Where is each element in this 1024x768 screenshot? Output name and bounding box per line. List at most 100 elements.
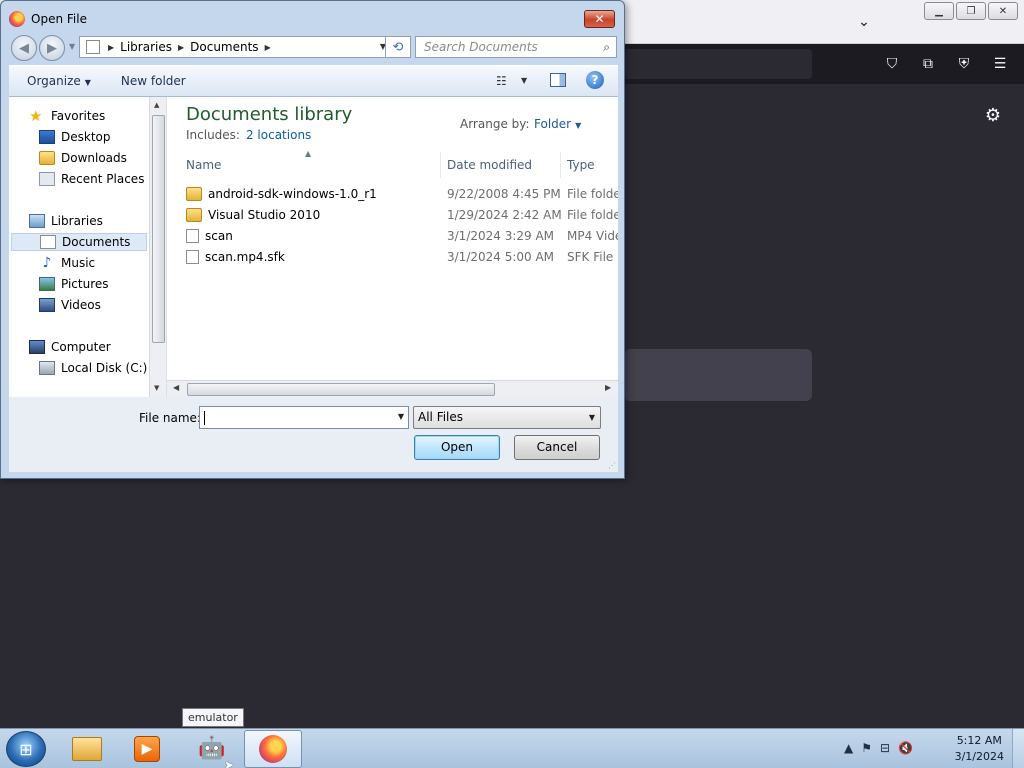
show-desktop-button[interactable] — [1012, 729, 1024, 768]
back-arrow-icon[interactable]: ◀ — [11, 35, 37, 61]
breadcrumb-chevron-icon[interactable]: ▶ — [178, 43, 184, 52]
file-row[interactable]: scan 3/1/2024 3:29 AM MP4 Video — [167, 225, 618, 246]
open-file-dialog: Open File ✕ ◀ ▶ ▼ ▶ Libraries ▶ Document… — [0, 0, 625, 479]
organize-label: Organize — [27, 74, 81, 88]
open-button[interactable]: Open — [414, 435, 500, 460]
folder-icon — [186, 186, 202, 201]
nav-item-videos[interactable]: Videos — [39, 296, 101, 314]
nav-item-libraries[interactable]: Libraries — [29, 212, 103, 230]
text-caret — [204, 411, 205, 425]
breadcrumb-chevron-icon[interactable]: ▶ — [265, 43, 271, 52]
library-includes: Includes: 2 locations — [186, 128, 311, 142]
url-bar[interactable] — [624, 49, 812, 79]
help-icon[interactable]: ? — [586, 71, 604, 89]
close-window-button[interactable]: ✕ — [988, 2, 1018, 20]
refresh-icon[interactable]: ⟲ — [385, 36, 411, 58]
search-input[interactable]: Search Documents — [424, 40, 538, 54]
organize-button[interactable]: Organize ▼ — [27, 74, 91, 88]
search-icon[interactable]: ⌕ — [603, 40, 610, 55]
scroll-right-arrow-icon[interactable]: ▶ — [605, 383, 611, 392]
show-hidden-icons-icon[interactable]: ▲ — [844, 741, 853, 755]
firefox-icon — [9, 11, 25, 27]
recent-places-icon — [39, 172, 55, 186]
file-type-filter-select[interactable]: All Files ▼ — [413, 406, 601, 429]
nav-pane-scroll-thumb[interactable] — [152, 115, 165, 343]
breadcrumb-libraries[interactable]: Libraries — [120, 40, 172, 54]
navigation-pane: ★ Favorites Desktop Downloads Recent Plac… — [9, 97, 167, 397]
view-options-dropdown-icon[interactable]: ▼ — [521, 76, 527, 85]
breadcrumb-chevron-icon[interactable]: ▶ — [108, 43, 114, 52]
cancel-button[interactable]: Cancel — [514, 435, 600, 460]
arrange-by-label: Arrange by: — [460, 117, 530, 131]
breadcrumb-documents[interactable]: Documents — [190, 40, 258, 54]
nav-label: Videos — [61, 298, 101, 312]
nav-label: Favorites — [51, 109, 106, 123]
nav-item-desktop[interactable]: Desktop — [39, 128, 111, 146]
taskbar-media-player[interactable]: ▶ — [118, 730, 176, 768]
star-icon: ★ — [29, 107, 43, 125]
restore-button[interactable]: ❐ — [956, 2, 986, 20]
network-icon[interactable]: ⊟ — [880, 741, 890, 755]
file-type: SFK File — [567, 249, 614, 264]
nav-item-pictures[interactable]: Pictures — [39, 275, 109, 293]
new-folder-button[interactable]: New folder — [121, 74, 186, 88]
file-name-dropdown-icon[interactable]: ▼ — [398, 412, 404, 421]
file-date: 1/29/2024 2:42 AM — [447, 207, 562, 222]
taskbar-firefox[interactable] — [244, 730, 302, 768]
file-name: scan.mp4.sfk — [205, 249, 285, 264]
column-header-date[interactable]: Date modified — [441, 152, 561, 178]
scroll-down-arrow-icon[interactable]: ▼ — [154, 384, 159, 392]
pocket-icon[interactable]: ⛉ — [882, 54, 902, 74]
nav-item-documents[interactable]: Documents — [11, 233, 147, 251]
nav-item-computer[interactable]: Computer — [29, 338, 111, 356]
nav-pane-scrollbar[interactable]: ▲ ▼ — [149, 97, 166, 397]
nav-item-recent-places[interactable]: Recent Places — [39, 170, 144, 188]
file-list-scroll-thumb[interactable] — [187, 383, 495, 396]
windows-explorer-icon — [72, 737, 102, 761]
arrange-by-dropdown[interactable]: Folder ▼ — [534, 117, 581, 131]
resize-grip-icon[interactable]: ⋰ — [608, 461, 616, 470]
file-list-scrollbar[interactable]: ◀ ▶ — [167, 380, 618, 397]
start-button[interactable]: ⊞ — [6, 731, 46, 767]
dialog-footer: File name: ▼ All Files ▼ Open Cancel ⋰ — [9, 397, 618, 472]
file-row[interactable]: scan.mp4.sfk 3/1/2024 5:00 AM SFK File — [167, 246, 618, 267]
preview-pane-icon[interactable] — [550, 73, 566, 87]
downloads-folder-icon — [39, 151, 55, 165]
recent-locations-dropdown-icon[interactable]: ▼ — [69, 42, 75, 51]
list-all-tabs-chevron-icon[interactable]: ⌄ — [852, 10, 876, 34]
nav-item-favorites[interactable]: ★ Favorites — [29, 107, 105, 125]
system-clock[interactable]: 5:12 AM 3/1/2024 — [955, 733, 1004, 765]
includes-label: Includes: — [186, 128, 240, 142]
volume-muted-icon[interactable]: 🔇 — [898, 741, 913, 755]
file-type: File folder — [567, 186, 618, 201]
ublock-shield-icon[interactable]: ⛨ — [954, 54, 974, 74]
file-name: scan — [205, 228, 233, 243]
column-header-name[interactable]: Name — [180, 152, 441, 178]
scroll-left-arrow-icon[interactable]: ◀ — [173, 383, 179, 392]
library-locations-link[interactable]: 2 locations — [246, 128, 311, 142]
nav-item-music[interactable]: ♪ Music — [39, 254, 96, 272]
file-row[interactable]: Visual Studio 2010 1/29/2024 2:42 AM Fil… — [167, 204, 618, 225]
settings-gear-icon[interactable]: ⚙ — [982, 105, 1004, 127]
pictures-icon — [39, 277, 55, 291]
taskbar-explorer[interactable] — [58, 730, 116, 768]
scroll-up-arrow-icon[interactable]: ▲ — [154, 101, 159, 109]
dialog-titlebar: Open File — [9, 9, 87, 29]
blank-file-icon — [186, 249, 199, 264]
nav-item-downloads[interactable]: Downloads — [39, 149, 127, 167]
extensions-icon[interactable]: ⧉ — [918, 54, 938, 74]
minimize-button[interactable]: ▁ — [924, 2, 954, 20]
forward-arrow-icon[interactable]: ▶ — [39, 35, 65, 61]
menu-hamburger-icon[interactable]: ☰ — [990, 54, 1010, 74]
computer-icon — [29, 340, 45, 354]
file-row[interactable]: android-sdk-windows-1.0_r1 9/22/2008 4:4… — [167, 183, 618, 204]
address-bar[interactable]: ▶ Libraries ▶ Documents ▶ ▼ — [79, 36, 391, 58]
dialog-close-button[interactable]: ✕ — [584, 10, 615, 28]
change-view-icon[interactable]: ☷ — [496, 74, 507, 88]
nav-item-local-disk[interactable]: Local Disk (C:) — [39, 359, 147, 377]
column-header-type[interactable]: Type — [561, 152, 618, 178]
search-box[interactable]: Search Documents ⌕ — [415, 36, 617, 58]
filter-dropdown-icon: ▼ — [588, 413, 595, 422]
file-name-input[interactable]: ▼ — [199, 406, 409, 429]
action-center-flag-icon[interactable]: ⚑ — [861, 741, 872, 755]
